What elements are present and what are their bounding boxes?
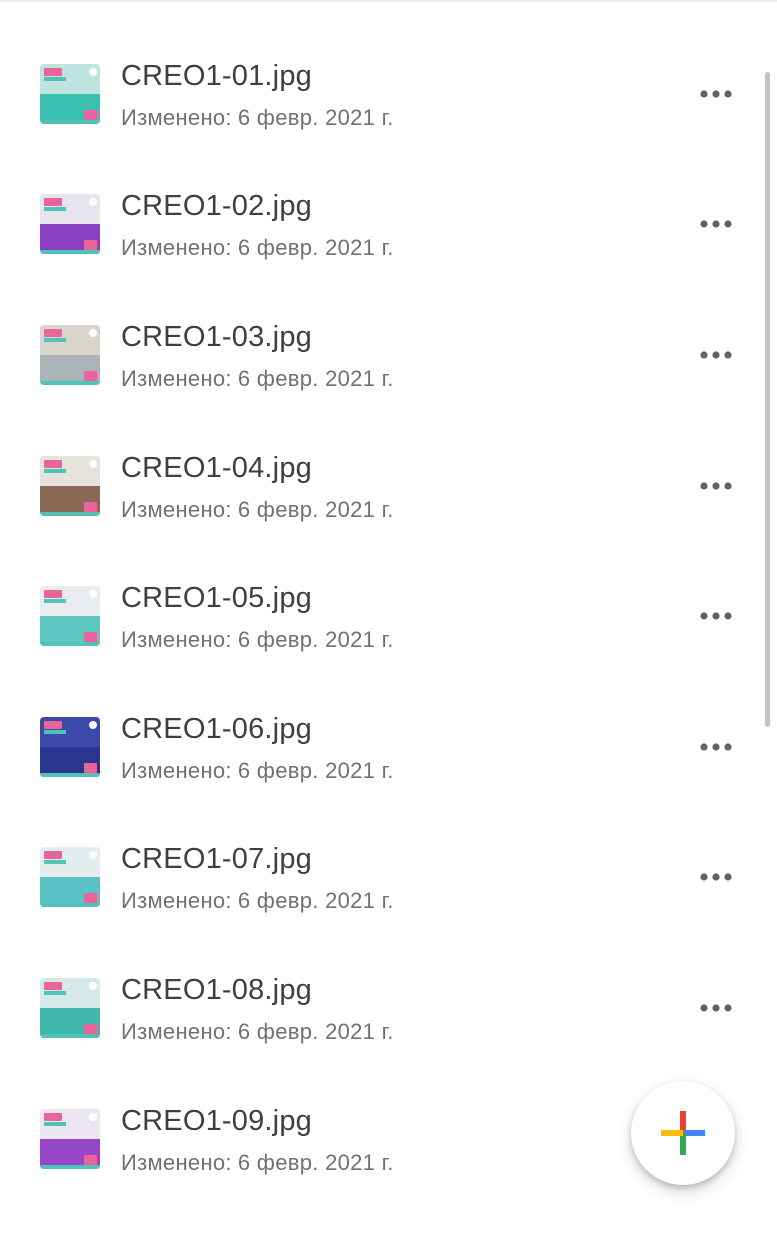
google-plus-icon bbox=[661, 1111, 705, 1155]
file-name: CREO1-05.jpg bbox=[121, 582, 312, 614]
file-thumbnail bbox=[40, 1109, 100, 1169]
more-horizontal-icon bbox=[700, 482, 732, 490]
file-name: CREO1-01.jpg bbox=[121, 60, 312, 92]
file-modified: Изменено: 6 февр. 2021 г. bbox=[121, 1019, 394, 1045]
more-horizontal-icon bbox=[700, 351, 732, 359]
modified-date: 6 февр. 2021 г. bbox=[237, 497, 394, 522]
file-row[interactable]: CREO1-02.jpg Изменено: 6 февр. 2021 г. bbox=[0, 190, 760, 324]
file-thumbnail bbox=[40, 325, 100, 385]
file-row[interactable]: CREO1-08.jpg Изменено: 6 февр. 2021 г. bbox=[0, 974, 760, 1108]
modified-label: Изменено: bbox=[121, 497, 232, 522]
file-thumbnail bbox=[40, 847, 100, 907]
modified-date: 6 февр. 2021 г. bbox=[237, 105, 394, 130]
file-modified: Изменено: 6 февр. 2021 г. bbox=[121, 497, 394, 523]
file-thumbnail bbox=[40, 717, 100, 777]
file-list: CREO1-01.jpg Изменено: 6 февр. 2021 г. CR… bbox=[0, 0, 777, 1200]
file-modified: Изменено: 6 февр. 2021 г. bbox=[121, 1150, 394, 1176]
file-row[interactable]: CREO1-04.jpg Изменено: 6 февр. 2021 г. bbox=[0, 452, 760, 586]
file-modified: Изменено: 6 февр. 2021 г. bbox=[121, 105, 394, 131]
file-name: CREO1-03.jpg bbox=[121, 321, 312, 353]
modified-date: 6 февр. 2021 г. bbox=[237, 366, 394, 391]
file-modified: Изменено: 6 февр. 2021 г. bbox=[121, 627, 394, 653]
more-horizontal-icon bbox=[700, 612, 732, 620]
more-horizontal-icon bbox=[700, 743, 732, 751]
file-row[interactable]: CREO1-03.jpg Изменено: 6 февр. 2021 г. bbox=[0, 321, 760, 455]
modified-date: 6 февр. 2021 г. bbox=[237, 1019, 394, 1044]
file-modified: Изменено: 6 февр. 2021 г. bbox=[121, 888, 394, 914]
file-thumbnail bbox=[40, 64, 100, 124]
modified-date: 6 февр. 2021 г. bbox=[237, 758, 394, 783]
more-options-button[interactable] bbox=[690, 468, 742, 504]
file-name: CREO1-07.jpg bbox=[121, 843, 312, 875]
more-options-button[interactable] bbox=[690, 76, 742, 112]
modified-date: 6 февр. 2021 г. bbox=[237, 627, 394, 652]
more-options-button[interactable] bbox=[690, 859, 742, 895]
file-name: CREO1-06.jpg bbox=[121, 713, 312, 745]
modified-label: Изменено: bbox=[121, 105, 232, 130]
modified-label: Изменено: bbox=[121, 758, 232, 783]
file-modified: Изменено: 6 февр. 2021 г. bbox=[121, 758, 394, 784]
more-horizontal-icon bbox=[700, 1004, 732, 1012]
modified-date: 6 февр. 2021 г. bbox=[237, 1150, 394, 1175]
file-row[interactable]: CREO1-06.jpg Изменено: 6 февр. 2021 г. bbox=[0, 713, 760, 847]
file-modified: Изменено: 6 февр. 2021 г. bbox=[121, 366, 394, 392]
modified-date: 6 февр. 2021 г. bbox=[237, 235, 394, 260]
file-name: CREO1-08.jpg bbox=[121, 974, 312, 1006]
modified-label: Изменено: bbox=[121, 366, 232, 391]
more-options-button[interactable] bbox=[690, 206, 742, 242]
modified-label: Изменено: bbox=[121, 888, 232, 913]
file-thumbnail bbox=[40, 978, 100, 1038]
new-item-button[interactable] bbox=[631, 1081, 735, 1185]
more-horizontal-icon bbox=[700, 220, 732, 228]
modified-label: Изменено: bbox=[121, 235, 232, 260]
file-name: CREO1-02.jpg bbox=[121, 190, 312, 222]
scrollbar[interactable] bbox=[765, 72, 770, 727]
more-options-button[interactable] bbox=[690, 337, 742, 373]
more-options-button[interactable] bbox=[690, 598, 742, 634]
modified-label: Изменено: bbox=[121, 1019, 232, 1044]
modified-date: 6 февр. 2021 г. bbox=[237, 888, 394, 913]
more-options-button[interactable] bbox=[690, 990, 742, 1026]
file-name: CREO1-04.jpg bbox=[121, 452, 312, 484]
file-row[interactable]: CREO1-05.jpg Изменено: 6 февр. 2021 г. bbox=[0, 582, 760, 716]
file-row[interactable]: CREO1-01.jpg Изменено: 6 февр. 2021 г. bbox=[0, 60, 760, 194]
file-thumbnail bbox=[40, 586, 100, 646]
more-horizontal-icon bbox=[700, 873, 732, 881]
modified-label: Изменено: bbox=[121, 1150, 232, 1175]
file-thumbnail bbox=[40, 456, 100, 516]
more-horizontal-icon bbox=[700, 90, 732, 98]
modified-label: Изменено: bbox=[121, 627, 232, 652]
more-options-button[interactable] bbox=[690, 729, 742, 765]
file-modified: Изменено: 6 февр. 2021 г. bbox=[121, 235, 394, 261]
file-thumbnail bbox=[40, 194, 100, 254]
file-name: CREO1-09.jpg bbox=[121, 1105, 312, 1137]
file-row[interactable]: CREO1-07.jpg Изменено: 6 февр. 2021 г. bbox=[0, 843, 760, 977]
